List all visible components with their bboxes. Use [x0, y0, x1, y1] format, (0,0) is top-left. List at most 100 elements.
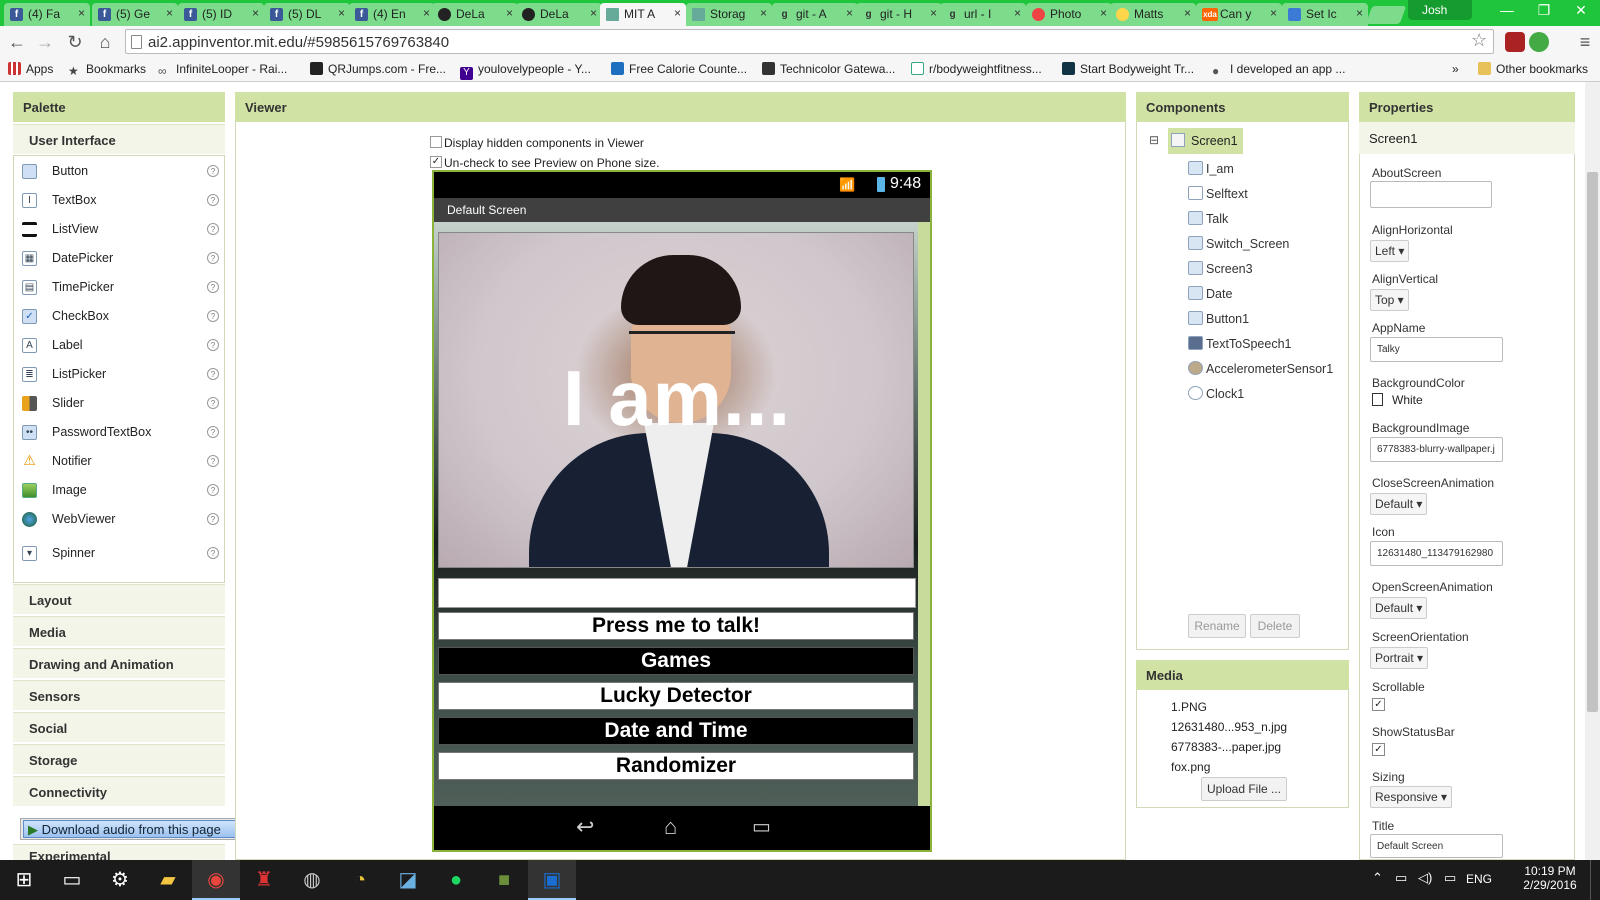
- palette-item-listpicker[interactable]: ≣ ListPicker?: [22, 366, 222, 386]
- maximize-icon[interactable]: ❐: [1527, 2, 1561, 22]
- tree-item-clock1[interactable]: Clock1: [1188, 386, 1244, 401]
- phone-recents-icon[interactable]: ▭: [752, 814, 771, 839]
- palette-item-spinner[interactable]: ▾ Spinner?: [22, 545, 222, 565]
- close-tab-icon[interactable]: ×: [760, 6, 767, 20]
- media-file[interactable]: fox.png: [1171, 760, 1210, 774]
- browser-tab[interactable]: f (4) En ×: [349, 3, 435, 26]
- app-icon[interactable]: ▣: [528, 860, 576, 900]
- tree-item-accelerometer[interactable]: AccelerometerSensor1: [1188, 361, 1333, 376]
- phone-back-icon[interactable]: ↩: [576, 814, 594, 840]
- palette-item-notifier[interactable]: ⚠ Notifier?: [22, 453, 222, 473]
- bookmark-item[interactable]: r/bodyweightfitness...: [911, 62, 1042, 76]
- date-button[interactable]: Date and Time: [438, 717, 914, 745]
- checkbox[interactable]: [430, 136, 442, 148]
- browser-tab-active[interactable]: MIT A ×: [600, 3, 686, 26]
- page-scrollbar[interactable]: [1585, 82, 1600, 860]
- minecraft-icon[interactable]: ■: [480, 860, 528, 900]
- palette-category-user-interface[interactable]: User Interface: [13, 124, 225, 154]
- palette-item-button[interactable]: Button?: [22, 163, 222, 183]
- hidden-components-toggle[interactable]: Display hidden components in Viewer: [430, 136, 644, 150]
- taskbar-clock[interactable]: 10:19 PM 2/29/2016: [1518, 864, 1582, 892]
- tree-item-screen3[interactable]: Screen3: [1188, 261, 1253, 276]
- show-desktop-button[interactable]: [1590, 860, 1596, 900]
- browser-tab[interactable]: g url - I ×: [940, 3, 1026, 26]
- screenorientation-select[interactable]: Portrait ▾: [1370, 647, 1429, 669]
- notification-icon[interactable]: ▭: [1444, 870, 1456, 886]
- alignhorizontal-select[interactable]: Left ▾: [1370, 240, 1410, 262]
- checkbox-checked[interactable]: ✓: [430, 156, 442, 168]
- bookmark-item[interactable]: Yyoulovelypeople - Y...: [460, 62, 591, 80]
- help-icon[interactable]: ?: [207, 455, 219, 467]
- palette-item-webviewer[interactable]: WebViewer?: [22, 511, 222, 531]
- palette-category-layout[interactable]: Layout: [13, 584, 225, 614]
- ublock-icon[interactable]: [1505, 32, 1525, 52]
- palette-item-datepicker[interactable]: ▦ DatePicker?: [22, 250, 222, 270]
- close-tab-icon[interactable]: ×: [846, 6, 853, 20]
- help-icon[interactable]: ?: [207, 339, 219, 351]
- openscreenanimation-select[interactable]: Default ▾: [1370, 597, 1428, 619]
- palette-item-textbox[interactable]: I TextBox?: [22, 192, 222, 212]
- back-icon[interactable]: ←: [6, 31, 28, 53]
- chrome-icon[interactable]: ◉: [192, 860, 240, 900]
- bookmark-item[interactable]: Technicolor Gatewa...: [762, 62, 895, 76]
- help-icon[interactable]: ?: [207, 368, 219, 380]
- closescreenanimation-select[interactable]: Default ▾: [1370, 493, 1428, 515]
- app-icon[interactable]: ◪: [384, 860, 432, 900]
- browser-tab[interactable]: Photo ×: [1026, 3, 1112, 26]
- palette-item-timepicker[interactable]: ▤ TimePicker?: [22, 279, 222, 299]
- palette-item-checkbox[interactable]: ✓ CheckBox?: [22, 308, 222, 328]
- palette-item-passwordtextbox[interactable]: •• PasswordTextBox?: [22, 424, 222, 444]
- help-icon[interactable]: ?: [207, 281, 219, 293]
- close-tab-icon[interactable]: ×: [1184, 6, 1191, 20]
- help-icon[interactable]: ?: [207, 513, 219, 525]
- help-icon[interactable]: ?: [207, 194, 219, 206]
- app-icon[interactable]: ◔: [336, 860, 384, 900]
- bookmark-item[interactable]: QRJumps.com - Fre...: [310, 62, 446, 76]
- help-icon[interactable]: ?: [207, 426, 219, 438]
- scrollable-checkbox[interactable]: ✓: [1372, 698, 1385, 711]
- new-tab-button[interactable]: [1365, 6, 1407, 24]
- palette-category-sensors[interactable]: Sensors: [13, 680, 225, 710]
- address-bar[interactable]: ai2.appinventor.mit.edu/#598561576976384…: [125, 29, 1494, 54]
- palette-item-image[interactable]: Image?: [22, 482, 222, 502]
- help-icon[interactable]: ?: [207, 252, 219, 264]
- bookmark-item[interactable]: ∞ InfiniteLooper - Rai...: [158, 62, 287, 78]
- tree-item-button1[interactable]: Button1: [1188, 311, 1249, 326]
- backgroundimage-input[interactable]: 6778383-blurry-wallpaper.j: [1370, 437, 1503, 462]
- browser-tab[interactable]: xda Can y ×: [1196, 3, 1282, 26]
- switch-screen-button[interactable]: Games: [438, 647, 914, 675]
- browser-tab[interactable]: Set Ic ×: [1282, 3, 1368, 26]
- media-file[interactable]: 1.PNG: [1171, 700, 1207, 714]
- showstatusbar-checkbox[interactable]: ✓: [1372, 743, 1385, 756]
- palette-category-storage[interactable]: Storage: [13, 744, 225, 774]
- close-window-icon[interactable]: ✕: [1564, 2, 1598, 22]
- volume-icon[interactable]: ◁): [1418, 870, 1432, 886]
- bookmark-star-icon[interactable]: ☆: [1471, 30, 1487, 51]
- close-tab-icon[interactable]: ×: [1100, 6, 1107, 20]
- download-audio-button[interactable]: ▶ Download audio from this page: [23, 820, 265, 838]
- media-file[interactable]: 6778383-...paper.jpg: [1171, 740, 1281, 754]
- help-icon[interactable]: ?: [207, 223, 219, 235]
- tree-item-talk[interactable]: Talk: [1188, 211, 1228, 226]
- backgroundcolor-picker[interactable]: White: [1372, 393, 1423, 407]
- browser-tab[interactable]: g git - H ×: [856, 3, 942, 26]
- close-tab-icon[interactable]: ×: [506, 6, 513, 20]
- palette-item-label[interactable]: A Label?: [22, 337, 222, 357]
- spotify-icon[interactable]: ●: [432, 860, 480, 900]
- media-file[interactable]: 12631480...953_n.jpg: [1171, 720, 1287, 734]
- close-tab-icon[interactable]: ×: [1270, 6, 1277, 20]
- scrollbar-thumb[interactable]: [1587, 172, 1598, 712]
- tray-chevron-icon[interactable]: ⌃: [1372, 870, 1383, 886]
- tree-item-selftext[interactable]: Selftext: [1188, 186, 1248, 201]
- app-icon[interactable]: ♜: [240, 860, 288, 900]
- selftext-textbox[interactable]: [438, 578, 916, 608]
- close-tab-icon[interactable]: ×: [338, 6, 345, 20]
- profile-button[interactable]: Josh: [1408, 0, 1472, 20]
- alignvertical-select[interactable]: Top ▾: [1370, 289, 1409, 311]
- delete-button[interactable]: Delete: [1250, 614, 1300, 638]
- reload-icon[interactable]: ↻: [64, 31, 86, 53]
- appname-input[interactable]: Talky: [1370, 337, 1503, 362]
- help-icon[interactable]: ?: [207, 484, 219, 496]
- start-icon[interactable]: ⊞: [0, 860, 48, 900]
- button1-randomizer[interactable]: Randomizer: [438, 752, 914, 780]
